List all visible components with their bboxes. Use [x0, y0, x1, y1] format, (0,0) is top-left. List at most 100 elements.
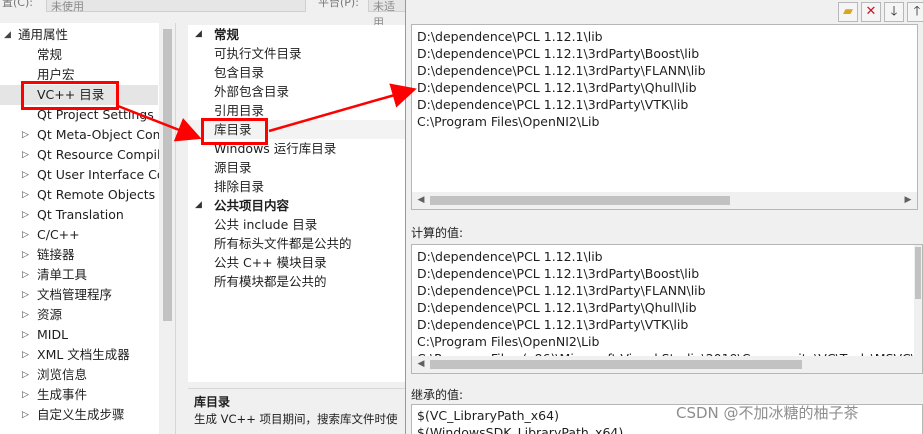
tree-item-label: 通用属性 [18, 27, 69, 42]
directory-path: D:\dependence\PCL 1.12.1\3rdParty\Boost\… [417, 266, 700, 281]
tree-item[interactable]: ▷ 自定义生成步骤 [0, 405, 158, 425]
move-up-button[interactable]: 🡑 [907, 2, 923, 22]
tree-item[interactable]: 常规 [0, 45, 158, 65]
property-category[interactable]: ◢ 常规 [188, 25, 405, 44]
tree-item-label: Qt User Interface Co [37, 167, 165, 182]
property-row[interactable]: 排除目录 [188, 177, 405, 196]
tree-item-label: 浏览信息 [37, 367, 88, 382]
delete-button[interactable]: ✕ [861, 2, 881, 22]
scroll-right-icon[interactable]: ▶ [901, 192, 915, 209]
property-label: 包含目录 [214, 65, 265, 80]
directory-path: D:\dependence\PCL 1.12.1\3rdParty\VTK\li… [417, 317, 689, 332]
collapsed-arrow-icon[interactable]: ▷ [22, 205, 29, 225]
description-text: 生成 VC++ 项目期间，搜索库文件时使 [194, 412, 398, 426]
computed-values-label: 计算的值: [411, 226, 464, 240]
scroll-left-icon[interactable]: ◀ [414, 356, 428, 373]
tree-item[interactable]: ▷ 文档管理程序 [0, 285, 158, 305]
property-label: 常规 [214, 27, 240, 42]
computed-list-hscrollbar[interactable]: ◀ [412, 356, 914, 373]
tree-item[interactable]: ▷ 生成事件 [0, 385, 158, 405]
computed-list-hscroll-thumb[interactable] [430, 360, 802, 369]
new-folder-icon: ▰ [843, 4, 853, 19]
property-row[interactable]: 所有标头文件都是公共的 [188, 234, 405, 253]
new-folder-button[interactable]: ▰ [838, 2, 858, 22]
tree-item-label: Qt Resource Compile [37, 147, 169, 162]
tree-item[interactable]: ▷ 清单工具 [0, 265, 158, 285]
tree-item-label: 自定义生成步骤 [37, 407, 125, 422]
directory-path: D:\dependence\PCL 1.12.1\3rdParty\FLANN\… [417, 63, 706, 78]
tree-item-label: 文档管理程序 [37, 287, 113, 302]
property-description: 库目录 生成 VC++ 项目期间，搜索库文件时使 [188, 388, 405, 434]
tree-item[interactable]: ◢ 通用属性 [0, 25, 158, 45]
collapsed-arrow-icon[interactable]: ▷ [22, 305, 29, 325]
directory-edit-list[interactable]: D:\dependence\PCL 1.12.1\lib D:\dependenc… [411, 24, 918, 210]
move-down-icon: 🡓 [890, 4, 898, 19]
property-row[interactable]: 包含目录 [188, 63, 405, 82]
property-row[interactable]: 公共 C++ 模块目录 [188, 253, 405, 272]
tree-item-label: XML 文档生成器 [37, 347, 130, 362]
property-label: 公共项目内容 [214, 198, 290, 213]
tree-scroll-thumb[interactable] [163, 29, 172, 321]
collapsed-arrow-icon[interactable]: ▷ [22, 365, 29, 385]
inherited-values-label: 继承的值: [411, 388, 464, 402]
tree-item[interactable]: ▷ Qt Meta-Object Com [0, 125, 165, 145]
tree-item[interactable]: ▷ 链接器 [0, 245, 158, 265]
computed-list-vscrollbar[interactable] [914, 245, 922, 373]
expanded-arrow-icon[interactable]: ◢ [4, 25, 11, 45]
property-row[interactable]: 公共 include 目录 [188, 215, 405, 234]
tree-item[interactable]: ▷ XML 文档生成器 [0, 345, 158, 365]
tree-item-label: Qt Meta-Object Com [37, 127, 165, 142]
tree-item[interactable]: ▷ Qt User Interface Co [0, 165, 165, 185]
expanded-arrow-icon[interactable]: ◢ [195, 25, 202, 44]
delete-icon: ✕ [865, 4, 877, 19]
tree-item[interactable]: ▷ Qt Remote Objects C [0, 185, 168, 205]
property-row[interactable]: 源目录 [188, 158, 405, 177]
tree-item-label: Qt Translation [37, 207, 124, 222]
move-up-icon: 🡑 [913, 4, 921, 19]
tree-item[interactable]: ▷ MIDL [0, 325, 158, 345]
edit-list-hscroll-thumb[interactable] [430, 196, 730, 205]
configuration-dropdown[interactable]: 未使用 [46, 0, 306, 13]
tree-item-label: 生成事件 [37, 387, 88, 402]
collapsed-arrow-icon[interactable]: ▷ [22, 165, 29, 185]
platform-dropdown[interactable]: 未适用 [368, 0, 408, 29]
computed-list-vscroll-thumb[interactable] [915, 247, 921, 299]
property-label: 所有标头文件都是公共的 [214, 236, 352, 251]
collapsed-arrow-icon[interactable]: ▷ [22, 125, 29, 145]
tree-item[interactable]: ▷ Qt Translation [0, 205, 158, 225]
property-row[interactable]: 可执行文件目录 [188, 44, 405, 63]
collapsed-arrow-icon[interactable]: ▷ [22, 145, 29, 165]
property-label: 所有模块都是公共的 [214, 274, 327, 289]
collapsed-arrow-icon[interactable]: ▷ [22, 405, 29, 425]
tree-scrollbar[interactable] [159, 23, 175, 434]
tree-item[interactable]: ▷ 浏览信息 [0, 365, 158, 385]
tree-item[interactable]: ▷ C/C++ [0, 225, 158, 245]
property-label: 源目录 [214, 160, 252, 175]
collapsed-arrow-icon[interactable]: ▷ [22, 245, 29, 265]
collapsed-arrow-icon[interactable]: ▷ [22, 265, 29, 285]
property-row[interactable]: 所有模块都是公共的 [188, 272, 405, 291]
tree-item[interactable]: ▷ Qt Resource Compile [0, 145, 168, 165]
directory-path: $(VC_LibraryPath_x64) [417, 408, 559, 423]
tree-item[interactable]: ▷ 资源 [0, 305, 158, 325]
collapsed-arrow-icon[interactable]: ▷ [22, 185, 29, 205]
computed-values-list[interactable]: D:\dependence\PCL 1.12.1\lib D:\dependenc… [411, 244, 923, 374]
property-row[interactable]: 外部包含目录 [188, 82, 405, 101]
collapsed-arrow-icon[interactable]: ▷ [22, 385, 29, 405]
annotation-box-library-directories [201, 118, 268, 145]
move-down-button[interactable]: 🡓 [884, 2, 904, 22]
directory-path: D:\dependence\PCL 1.12.1\3rdParty\FLANN\… [417, 283, 706, 298]
property-label: 排除目录 [214, 179, 265, 194]
annotation-box-vc-directories [21, 81, 119, 110]
property-label: 可执行文件目录 [214, 46, 302, 61]
property-grid: ◢ 常规 可执行文件目录 包含目录 外部包含目录 引用目录 库目录 Windows 运行库目录… [188, 25, 405, 382]
collapsed-arrow-icon[interactable]: ▷ [22, 225, 29, 245]
tree-item-label: 常规 [37, 47, 63, 62]
collapsed-arrow-icon[interactable]: ▷ [22, 325, 29, 345]
property-category[interactable]: ◢ 公共项目内容 [188, 196, 405, 215]
collapsed-arrow-icon[interactable]: ▷ [22, 345, 29, 365]
edit-list-hscrollbar[interactable]: ◀ ▶ [412, 192, 917, 209]
collapsed-arrow-icon[interactable]: ▷ [22, 285, 29, 305]
expanded-arrow-icon[interactable]: ◢ [195, 196, 202, 215]
scroll-left-icon[interactable]: ◀ [414, 192, 428, 209]
